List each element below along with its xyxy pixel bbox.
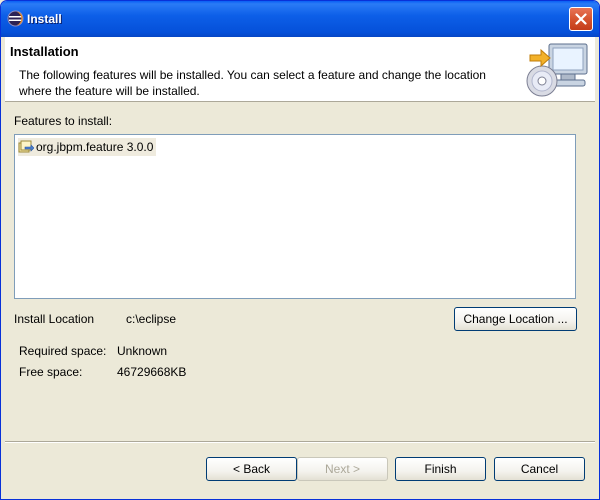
window-title: Install [27, 12, 62, 26]
required-space-label: Required space: [19, 344, 107, 358]
install-location-label: Install Location [14, 312, 95, 326]
feature-item-label: org.jbpm.feature 3.0.0 [36, 140, 154, 154]
free-space-value: 46729668KB [117, 365, 187, 379]
footer-separator [5, 441, 595, 443]
free-space-label: Free space: [19, 365, 83, 379]
back-button[interactable]: < Back [206, 457, 297, 481]
next-button[interactable]: Next > [297, 457, 388, 481]
cancel-button[interactable]: Cancel [494, 457, 585, 481]
feature-plugin-icon [18, 140, 34, 153]
page-title: Installation [10, 44, 79, 59]
change-location-button[interactable]: Change Location ... [454, 307, 577, 331]
wizard-banner: Installation The following features will… [5, 37, 595, 102]
eclipse-icon [7, 10, 24, 27]
features-to-install-label: Features to install: [14, 114, 113, 128]
install-dialog: Install Installation The following featu… [0, 0, 600, 500]
features-list[interactable]: org.jbpm.feature 3.0.0 [14, 134, 576, 299]
list-item[interactable]: org.jbpm.feature 3.0.0 [18, 138, 157, 156]
install-monitor-cd-icon [521, 41, 589, 99]
close-icon [575, 13, 587, 25]
finish-button[interactable]: Finish [395, 457, 486, 481]
title-bar[interactable]: Install [1, 1, 599, 37]
page-description: The following features will be installed… [19, 68, 486, 98]
close-button[interactable] [569, 7, 593, 31]
required-space-value: Unknown [117, 344, 168, 358]
install-location-value: c:\eclipse [126, 312, 177, 326]
